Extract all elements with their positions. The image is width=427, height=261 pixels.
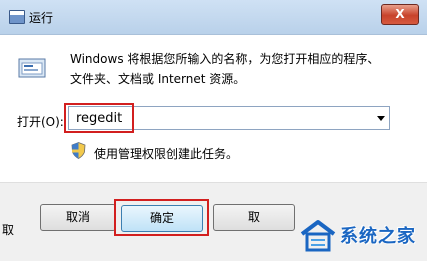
watermark: 系统之家 [296, 214, 427, 261]
title-bar: 运行 X [0, 0, 427, 35]
input-highlight-box [64, 103, 134, 133]
run-window-icon [9, 10, 25, 24]
description-line-2: 文件夹、文档或 Internet 资源。 [70, 72, 246, 86]
close-button[interactable]: X [381, 4, 419, 25]
watermark-logo-icon [300, 220, 336, 252]
run-app-icon [18, 58, 46, 78]
description-text: Windows 将根据您所输入的名称，为您打开相应的程序、 文件夹、文档或 In… [70, 49, 400, 89]
description-line-1: Windows 将根据您所输入的名称，为您打开相应的程序、 [70, 52, 380, 66]
run-dialog: 运行 X Windows 将根据您所输入的名称，为您打开相应的程序、 文件夹、文… [0, 0, 427, 261]
window-title: 运行 [29, 11, 54, 25]
dropdown-arrow-icon[interactable] [377, 116, 385, 121]
close-icon: X [395, 7, 405, 21]
cancel-button-right[interactable]: 取 [213, 204, 295, 231]
cancel-button-left[interactable]: 取消 [40, 204, 116, 231]
edge-text: 取 [2, 223, 15, 237]
ok-highlight-box [114, 199, 209, 236]
watermark-brand: 系统之家 [340, 226, 416, 247]
shield-icon [71, 142, 86, 159]
open-label: 打开(O): [17, 115, 64, 129]
admin-privilege-note: 使用管理权限创建此任务。 [94, 147, 239, 161]
